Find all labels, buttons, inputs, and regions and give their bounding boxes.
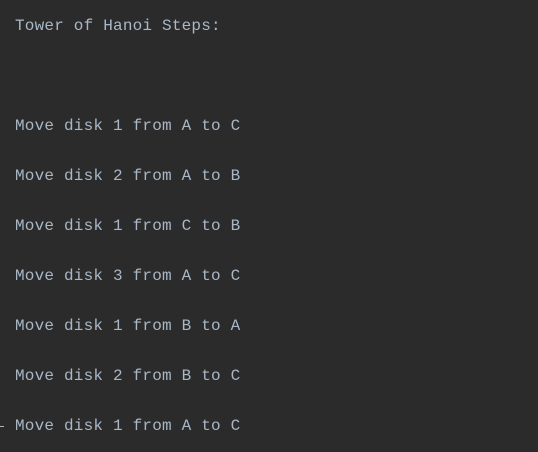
gutter-marker (0, 426, 4, 427)
console-output[interactable]: Tower of Hanoi Steps: Move disk 1 from A… (0, 0, 538, 452)
output-line: Move disk 2 from B to C (15, 367, 241, 385)
output-line: Move disk 1 from C to B (15, 217, 241, 235)
output-line: Move disk 3 from A to C (15, 267, 241, 285)
output-line: Move disk 1 from A to C (15, 117, 241, 135)
output-line: Move disk 1 from A to C (15, 417, 241, 435)
output-line: Move disk 2 from A to B (15, 167, 241, 185)
output-header: Tower of Hanoi Steps: (15, 17, 221, 35)
output-line: Move disk 1 from B to A (15, 317, 241, 335)
